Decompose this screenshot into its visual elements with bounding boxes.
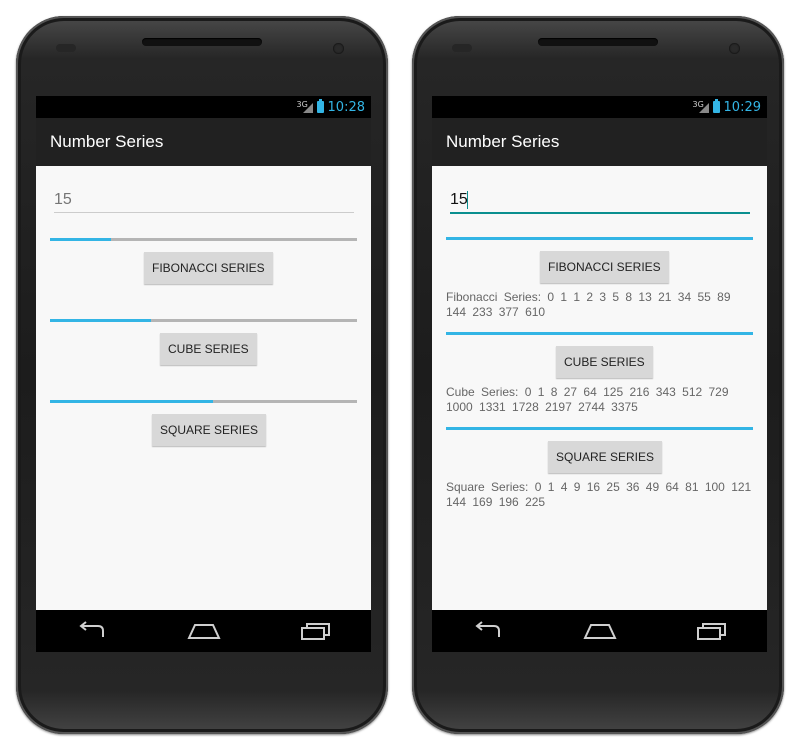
phone-frame-left: 3G 10:28 Number Series FIBONACCI SERIES …	[16, 16, 388, 734]
earpiece-speaker	[538, 38, 658, 46]
square-result-text: Square Series: 0 1 4 9 16 25 36 49 64 81…	[446, 480, 752, 509]
screen-left: 3G 10:28 Number Series FIBONACCI SERIES …	[36, 96, 371, 652]
number-input[interactable]	[450, 188, 750, 214]
cube-seekbar-fill	[50, 319, 152, 322]
fibonacci-seekbar[interactable]	[446, 237, 753, 240]
front-camera	[333, 43, 344, 54]
fibonacci-seekbar-fill	[50, 238, 112, 241]
home-icon[interactable]	[186, 621, 221, 641]
fibonacci-series-button[interactable]: FIBONACCI SERIES	[540, 251, 669, 283]
navigation-bar	[36, 610, 371, 652]
back-icon[interactable]	[76, 621, 108, 641]
earpiece-speaker	[142, 38, 262, 46]
clock: 10:28	[327, 99, 365, 115]
content-area: FIBONACCI SERIES Fibonacci Series: 0 1 1…	[432, 166, 767, 610]
cube-seekbar[interactable]	[50, 319, 357, 322]
cube-series-button[interactable]: CUBE SERIES	[160, 333, 257, 365]
sensor	[56, 44, 76, 52]
signal-icon: 3G	[693, 100, 709, 114]
action-bar: Number Series	[432, 118, 767, 166]
cube-seekbar[interactable]	[446, 332, 753, 335]
recent-apps-icon[interactable]	[696, 621, 728, 641]
number-input[interactable]	[54, 188, 354, 213]
recent-apps-icon[interactable]	[300, 621, 332, 641]
cube-result-text: Cube Series: 0 1 8 27 64 125 216 343 512…	[446, 385, 729, 414]
screen-right: 3G 10:29 Number Series FIBONACCI SERIES …	[432, 96, 767, 652]
action-bar: Number Series	[36, 118, 371, 166]
status-bar: 3G 10:29	[432, 96, 767, 118]
square-series-button[interactable]: SQUARE SERIES	[548, 441, 663, 473]
back-icon[interactable]	[472, 621, 504, 641]
status-bar: 3G 10:28	[36, 96, 371, 118]
square-series-button[interactable]: SQUARE SERIES	[152, 414, 267, 446]
battery-icon	[316, 99, 324, 113]
cube-seekbar-fill	[446, 332, 753, 335]
fibonacci-seekbar-fill	[446, 237, 753, 240]
signal-icon: 3G	[297, 100, 313, 114]
square-seekbar-fill	[50, 400, 213, 403]
content-area: FIBONACCI SERIES CUBE SERIES SQUARE SERI…	[36, 166, 371, 610]
fibonacci-series-button[interactable]: FIBONACCI SERIES	[144, 252, 273, 284]
fibonacci-result-text: Fibonacci Series: 0 1 1 2 3 5 8 13 21 34…	[446, 290, 731, 319]
square-seekbar[interactable]	[446, 427, 753, 430]
fibonacci-seekbar[interactable]	[50, 238, 357, 241]
battery-icon	[712, 99, 720, 113]
cube-series-button[interactable]: CUBE SERIES	[556, 346, 653, 378]
navigation-bar	[432, 610, 767, 652]
page-title: Number Series	[50, 132, 164, 151]
text-cursor	[467, 191, 468, 209]
home-icon[interactable]	[582, 621, 617, 641]
square-seekbar-fill	[446, 427, 753, 430]
front-camera	[729, 43, 740, 54]
clock: 10:29	[723, 99, 761, 115]
page-title: Number Series	[446, 132, 560, 151]
square-seekbar[interactable]	[50, 400, 357, 403]
sensor	[452, 44, 472, 52]
phone-frame-right: 3G 10:29 Number Series FIBONACCI SERIES …	[412, 16, 784, 734]
